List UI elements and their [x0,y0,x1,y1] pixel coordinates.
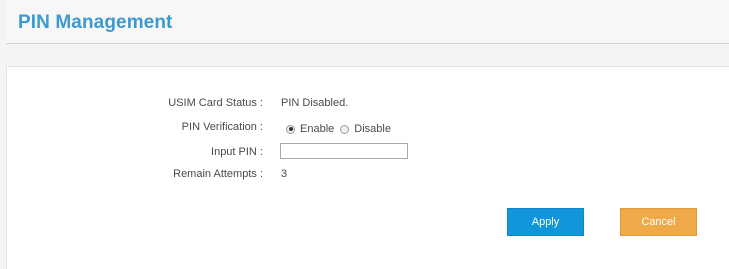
disable-radio[interactable] [340,124,350,134]
pin-verification-radio-group: Enable Disable [286,121,397,137]
apply-button[interactable]: Apply [507,208,584,236]
pin-input[interactable] [280,143,408,159]
page-header: PIN Management [6,0,729,44]
enable-radio-label[interactable]: Enable [300,123,334,135]
pin-management-page: PIN Management USIM Card Status : PIN Di… [0,0,729,269]
input-pin-label: Input PIN : [211,146,263,158]
pin-verification-label: PIN Verification : [181,121,263,133]
usim-status-label-col: USIM Card Status : [120,97,263,115]
remain-attempts-label-col: Remain Attempts : [120,168,263,186]
input-pin-label-col: Input PIN : [120,146,263,164]
remain-attempts-row: Remain Attempts : 3 [0,168,729,186]
input-pin-row: Input PIN : [0,143,729,164]
usim-status-row: USIM Card Status : PIN Disabled. [0,97,729,115]
usim-status-label: USIM Card Status : [168,97,263,109]
pin-verification-label-col: PIN Verification : [120,121,263,139]
page-title: PIN Management [18,12,173,33]
remain-attempts-value: 3 [281,168,288,180]
pin-verification-row: PIN Verification : Enable Disable [0,121,729,139]
usim-status-value: PIN Disabled. [281,97,349,109]
disable-radio-label[interactable]: Disable [354,123,391,135]
enable-radio[interactable] [286,124,295,134]
remain-attempts-label: Remain Attempts : [173,168,263,180]
cancel-button[interactable]: Cancel [620,208,697,236]
